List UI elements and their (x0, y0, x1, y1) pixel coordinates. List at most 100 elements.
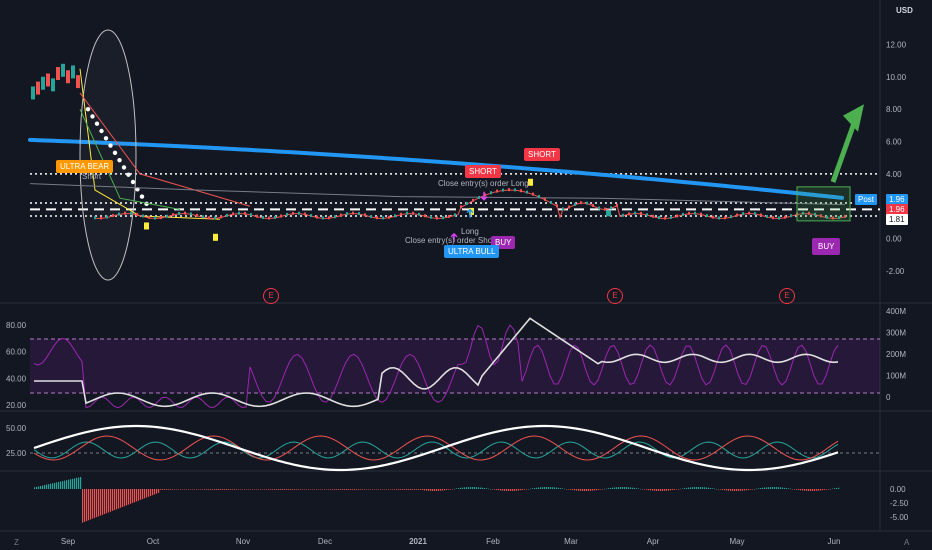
early-candle-1 (36, 81, 40, 95)
chart-canvas[interactable]: 12.0010.008.006.004.002.000.00-2.00SepOc… (0, 0, 932, 550)
projection-arrow-shaft (830, 119, 858, 183)
histogram-bar-602 (602, 489, 604, 490)
histogram-bar-456 (456, 488, 458, 489)
histogram-bar-404 (404, 489, 406, 490)
price-candle-202 (700, 212, 702, 216)
histogram-bar-80 (80, 477, 82, 489)
histogram-bar-232 (232, 489, 234, 490)
yellow-marker-0 (144, 222, 149, 230)
price-candle-102 (400, 212, 402, 216)
histogram-bar-652 (652, 489, 654, 491)
histogram-bar-194 (194, 489, 196, 490)
price-candle-172 (610, 206, 612, 210)
x-axis-label-4: 2021 (409, 537, 427, 546)
histogram-bar-470 (470, 487, 472, 489)
histogram-bar-96 (96, 489, 98, 518)
histogram-bar-76 (76, 477, 78, 489)
chart-root[interactable]: 12.0010.008.006.004.002.000.00-2.00SepOc… (0, 0, 932, 550)
price-candle-168 (598, 206, 600, 210)
histogram-bar-780 (780, 487, 782, 489)
histogram-bar-346 (346, 489, 348, 490)
histogram-bar-586 (586, 489, 588, 491)
histogram-bar-806 (806, 489, 808, 491)
histogram-bar-672 (672, 489, 674, 491)
price-candle-154 (556, 204, 558, 208)
histogram-bar-374 (374, 489, 376, 490)
histogram-bar-502 (502, 489, 504, 491)
histogram-bar-218 (218, 489, 220, 490)
price-candle-148 (538, 195, 540, 199)
price-candle-12 (130, 211, 132, 215)
histogram-bar-796 (796, 489, 798, 490)
histogram-bar-98 (98, 489, 100, 517)
log-toggle-icon[interactable]: Z (14, 538, 19, 547)
histogram-bar-406 (406, 489, 408, 490)
histogram-bar-256 (256, 489, 258, 490)
histogram-bar-144 (144, 489, 146, 499)
price-candle-54 (256, 214, 258, 218)
histogram-bar-800 (800, 489, 802, 491)
histogram-bar-784 (784, 487, 786, 489)
price-candle-152 (550, 200, 552, 204)
sar-dot-4 (103, 136, 109, 141)
histogram-bar-636 (636, 488, 638, 489)
price-candle-224 (766, 215, 768, 219)
price-candle-56 (262, 216, 264, 220)
histogram-bar-658 (658, 489, 660, 491)
price-candle-140 (514, 188, 516, 192)
histogram-bar-410 (410, 489, 412, 490)
price-axis-label-4: 4.00 (886, 170, 902, 179)
auto-scale-icon[interactable]: A (904, 538, 909, 547)
histogram-bar-100 (100, 489, 102, 516)
price-candle-74 (316, 215, 318, 219)
price-candle-6 (112, 214, 114, 218)
histogram-bar-58 (58, 481, 60, 489)
histogram-bar-392 (392, 489, 394, 490)
histogram-bar-176 (176, 489, 178, 490)
histogram-bar-488 (488, 488, 490, 490)
histogram-bar-226 (226, 489, 228, 490)
histogram-bar-744 (744, 489, 746, 491)
price-candle-36 (202, 215, 204, 219)
histogram-bar-814 (814, 489, 816, 491)
earnings-marker-3[interactable]: E (779, 288, 795, 304)
price-candle-32 (190, 212, 192, 216)
histogram-bar-390 (390, 489, 392, 490)
histogram-bar-370 (370, 489, 372, 490)
price-candle-122 (460, 205, 462, 209)
volume-axis-label-4: 0 (886, 393, 891, 402)
histogram-bar-338 (338, 489, 340, 490)
histogram-bar-54 (54, 482, 56, 489)
histogram-bar-164 (164, 489, 166, 490)
rsi-axis-label-2: 40.00 (6, 374, 27, 383)
histogram-bar-290 (290, 489, 292, 490)
histogram-bar-538 (538, 487, 540, 489)
histogram-bar-590 (590, 489, 592, 491)
price-candle-160 (574, 202, 576, 206)
histogram-bar-114 (114, 489, 116, 511)
price-axis-label-1: 10.00 (886, 73, 907, 82)
histogram-bar-102 (102, 489, 104, 515)
histogram-bar-344 (344, 489, 346, 490)
hist-axis-label-2: -5.00 (890, 513, 909, 522)
histogram-bar-308 (308, 489, 310, 490)
histogram-bar-166 (166, 489, 168, 490)
histogram-bar-514 (514, 489, 516, 491)
histogram-bar-110 (110, 489, 112, 512)
price-candle-120 (454, 213, 456, 217)
price-candle-192 (670, 215, 672, 219)
histogram-bar-56 (56, 482, 58, 489)
histogram-bar-472 (472, 487, 474, 489)
histogram-bar-804 (804, 489, 806, 491)
price-candle-128 (478, 195, 480, 199)
histogram-bar-444 (444, 489, 446, 491)
earnings-marker-1[interactable]: E (263, 288, 279, 304)
price-candle-110 (424, 214, 426, 218)
price-candle-90 (364, 213, 366, 217)
histogram-bar-70 (70, 479, 72, 489)
histogram-bar-484 (484, 488, 486, 489)
earnings-marker-2[interactable]: E (607, 288, 623, 304)
short-label-2: SHORT (524, 148, 560, 161)
early-candle-8 (71, 65, 75, 79)
histogram-bar-324 (324, 489, 326, 490)
